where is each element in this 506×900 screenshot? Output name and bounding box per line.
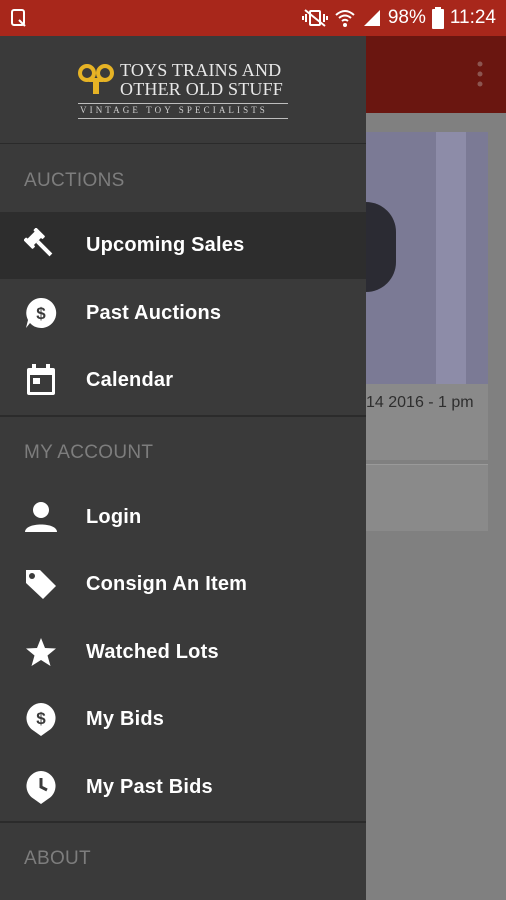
nav-item-label: Consign An Item (86, 573, 248, 595)
navigation-drawer: TOYS TRAINS AND OTHER OLD STUFF VINTAGE … (0, 36, 366, 900)
vibrate-mute-icon (301, 9, 328, 27)
brand-logo: TOYS TRAINS AND OTHER OLD STUFF VINTAGE … (78, 60, 288, 126)
logo-title-line2: OTHER OLD STUFF (120, 79, 284, 99)
star-icon (26, 638, 56, 666)
clock: 11:24 (449, 7, 496, 28)
nav-item-label: My Bids (86, 708, 165, 730)
overflow-menu-icon[interactable] (476, 60, 484, 88)
nav-item-upcoming-sales[interactable]: Upcoming Sales (0, 212, 366, 279)
dollar-pin-icon: $ (26, 703, 56, 736)
battery-icon (431, 7, 444, 29)
background-card-date: 14 2016 - 1 pm (366, 394, 474, 411)
wifi-icon (335, 10, 355, 27)
nav-item-label: Calendar (86, 369, 174, 391)
logo-tagline: VINTAGE TOY SPECIALISTS (80, 105, 268, 115)
dollar-bubble-icon: $ (26, 297, 57, 328)
nav-item-past-auctions[interactable]: $ Past Auctions (0, 280, 366, 347)
nav-item-label: Past Auctions (86, 302, 222, 324)
status-bar: 98% 11:24 (0, 0, 506, 36)
nav-item-label: Login (86, 506, 142, 528)
gavel-icon (24, 228, 53, 257)
logo-mark-icon (78, 64, 114, 94)
nav-item-consign-an-item[interactable]: Consign An Item (0, 551, 366, 618)
nav-item-watched-lots[interactable]: Watched Lots (0, 619, 366, 686)
nav-item-my-past-bids[interactable]: My Past Bids (0, 754, 366, 821)
nav-item-label: My Past Bids (86, 776, 213, 798)
svg-text:$: $ (36, 709, 46, 728)
nav-item-label: Watched Lots (86, 641, 219, 663)
section-title-auctions: AUCTIONS (24, 170, 125, 191)
drawer-header: TOYS TRAINS AND OTHER OLD STUFF VINTAGE … (0, 36, 366, 144)
logo-rule (78, 118, 288, 119)
nav-item-label: Upcoming Sales (86, 234, 245, 256)
section-title-about: ABOUT (24, 848, 91, 869)
svg-text:$: $ (36, 304, 46, 323)
background-card-2 (366, 464, 488, 531)
battery-percentage: 98% (387, 7, 426, 28)
divider (0, 415, 366, 417)
logo-title-line1: TOYS TRAINS AND (120, 60, 282, 80)
logo-rule (78, 103, 288, 104)
clock-pin-icon (26, 771, 56, 804)
nav-item-calendar[interactable]: Calendar (0, 347, 366, 414)
person-icon (25, 502, 57, 532)
section-title-my-account: MY ACCOUNT (24, 442, 154, 463)
tag-icon (26, 570, 56, 599)
nav-item-my-bids[interactable]: $ My Bids (0, 686, 366, 753)
signal-icon (363, 10, 380, 26)
nav-item-login[interactable]: Login (0, 484, 366, 551)
divider (0, 821, 366, 823)
screenshot-notification-icon (11, 9, 26, 27)
calendar-icon (27, 364, 55, 395)
background-card-image (366, 132, 488, 384)
